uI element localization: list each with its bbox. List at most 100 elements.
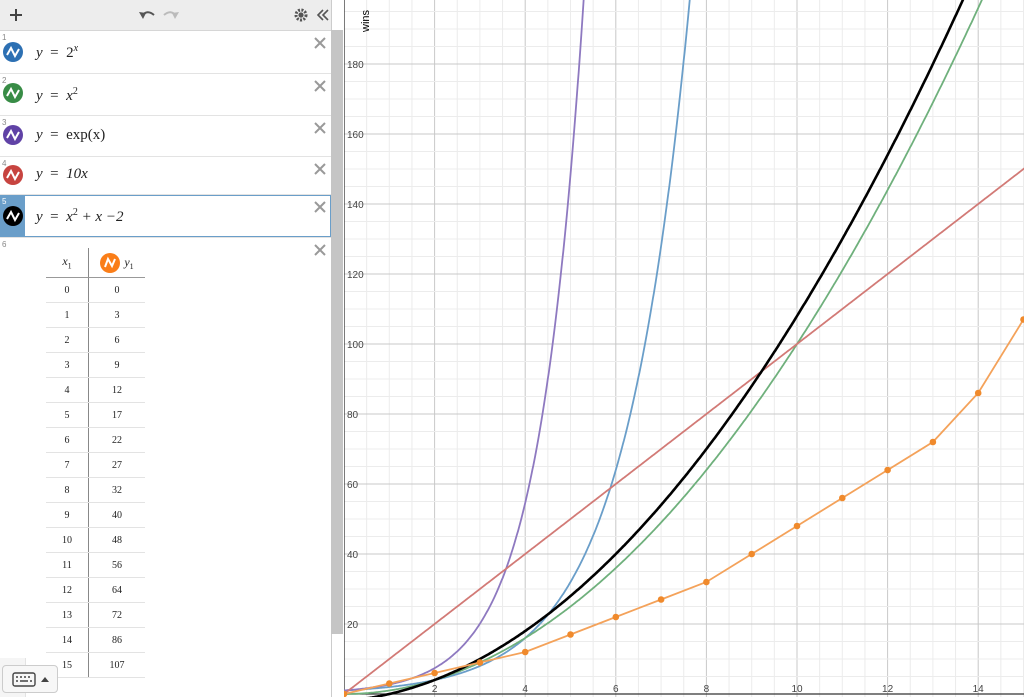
column-header-x[interactable]: x1	[46, 248, 89, 278]
expression-text[interactable]: y = x2 + x −2	[36, 207, 123, 226]
graph-area[interactable]: 20 40 60 80 100 120 140 160 180 200 2 4 6 8 10 12 14 wins	[344, 0, 1024, 697]
scrollbar[interactable]	[331, 30, 343, 634]
x-tick-label: 12	[882, 684, 894, 695]
table-row: 8 32	[46, 477, 145, 503]
table-cell-y[interactable]: 0	[88, 277, 145, 303]
table-cell-y[interactable]: 22	[88, 427, 145, 453]
expression-row-5[interactable]: 5 y = x2 + x −2	[0, 195, 331, 238]
x-tick-label: 14	[973, 684, 985, 695]
table-cell-x[interactable]: 4	[46, 377, 89, 403]
table-cell-y[interactable]: 27	[88, 452, 145, 478]
data-point[interactable]	[974, 389, 982, 397]
data-point[interactable]	[1020, 316, 1024, 323]
curve-x2[interactable]	[344, 0, 1000, 695]
expression-text[interactable]: y = 2x	[36, 43, 78, 62]
table-cell-x[interactable]: 5	[46, 402, 89, 428]
x-tick-label: 8	[704, 684, 710, 695]
table-cell-y[interactable]: 48	[88, 527, 145, 553]
expression-text[interactable]: y = 10x	[36, 166, 88, 183]
table-cell-y[interactable]: 72	[88, 602, 145, 628]
undo-icon[interactable]	[136, 0, 158, 30]
double-chevron-left-icon[interactable]	[314, 0, 331, 30]
data-point[interactable]	[839, 494, 846, 502]
curve-expx[interactable]	[344, 0, 586, 692]
table-row: 13	[46, 302, 145, 328]
table-cell-y[interactable]: 12	[88, 377, 145, 403]
table-row: 9 40	[46, 502, 145, 528]
plus-icon[interactable]	[6, 0, 26, 30]
close-icon[interactable]	[313, 121, 327, 135]
table-cell-y[interactable]: 107	[88, 652, 145, 678]
y-tick-label: 80	[347, 410, 359, 421]
table-cell-y[interactable]: 86	[88, 627, 145, 653]
table-cell-y[interactable]: 17	[88, 402, 145, 428]
data-point[interactable]	[703, 578, 710, 586]
data-point[interactable]	[521, 648, 529, 656]
data-point[interactable]	[929, 438, 937, 446]
graph-wave-icon[interactable]	[100, 252, 121, 273]
table-cell-x[interactable]: 1	[46, 302, 89, 328]
table-cell-y[interactable]: 32	[88, 477, 145, 503]
table-row: 14 86	[46, 627, 145, 653]
expression-row-1[interactable]: 1 y = 2x	[0, 31, 331, 74]
graph-wave-icon[interactable]	[3, 206, 23, 226]
table-cell-y[interactable]: 9	[88, 352, 145, 378]
x-tick-label: 6	[613, 684, 619, 695]
table-cell-x[interactable]: 2	[46, 327, 89, 353]
table-cell-y[interactable]: 64	[88, 577, 145, 603]
table-cell-y[interactable]: 3	[88, 302, 145, 328]
column-header-y[interactable]: y1	[88, 248, 145, 278]
graph-wave-icon[interactable]	[3, 125, 23, 145]
expression-row-4[interactable]: 4 y = 10x	[0, 157, 331, 195]
graph-wave-icon[interactable]	[3, 83, 23, 103]
table-cell-x[interactable]: 3	[46, 352, 89, 378]
gear-icon[interactable]	[291, 0, 311, 30]
data-point[interactable]	[567, 631, 574, 638]
table-cell-x[interactable]: 9	[46, 502, 89, 528]
close-icon[interactable]	[313, 243, 327, 257]
redo-icon[interactable]	[160, 0, 182, 30]
close-icon[interactable]	[313, 162, 327, 176]
table-cell-y[interactable]: 56	[88, 552, 145, 578]
data-point[interactable]	[386, 680, 393, 687]
table-cell-y[interactable]: 40	[88, 502, 145, 528]
table-cell-x[interactable]: 10	[46, 527, 89, 553]
data-point[interactable]	[793, 522, 801, 530]
table-cell-x[interactable]: 7	[46, 452, 89, 478]
table-cell-x[interactable]: 11	[46, 552, 89, 578]
data-point[interactable]	[431, 669, 438, 677]
expression-text[interactable]: y = exp(x)	[36, 127, 105, 144]
table-cell-x[interactable]: 14	[46, 627, 89, 653]
table-cell-x[interactable]: 13	[46, 602, 89, 628]
table-cell-x[interactable]: 8	[46, 477, 89, 503]
graph-wave-icon[interactable]	[3, 165, 23, 185]
table-cell-x[interactable]: 6	[46, 427, 89, 453]
table-cell-x[interactable]: 0	[46, 277, 89, 303]
y-tick-label: 180	[347, 60, 364, 71]
data-point[interactable]	[657, 596, 665, 603]
keyboard-icon	[12, 672, 49, 687]
close-icon[interactable]	[313, 79, 327, 93]
x-tick-label: 2	[432, 684, 438, 695]
y-tick-label: 60	[347, 480, 359, 491]
table-cell-y[interactable]: 6	[88, 327, 145, 353]
expression-row-3[interactable]: 3 y = exp(x)	[0, 116, 331, 157]
y-axis-label: wins	[360, 9, 372, 33]
y-tick-label: 160	[347, 130, 364, 141]
data-point[interactable]	[748, 550, 755, 558]
table-cell-x[interactable]: 12	[46, 577, 89, 603]
table-row: 13 72	[46, 602, 145, 628]
graph-wave-icon[interactable]	[3, 42, 23, 62]
close-icon[interactable]	[313, 200, 327, 214]
data-point[interactable]	[884, 466, 891, 474]
close-icon[interactable]	[313, 36, 327, 50]
expression-text[interactable]: y = x2	[36, 86, 78, 105]
data-point[interactable]	[476, 659, 484, 666]
keyboard-toggle[interactable]	[2, 665, 58, 693]
expression-row-2[interactable]: 2 y = x2	[0, 74, 331, 116]
x-tick-label: 4	[522, 684, 528, 695]
data-point[interactable]	[612, 613, 620, 621]
curve-2x[interactable]	[344, 0, 693, 692]
y-tick-label: 20	[347, 620, 359, 631]
curve-x2x2[interactable]	[344, 0, 980, 697]
